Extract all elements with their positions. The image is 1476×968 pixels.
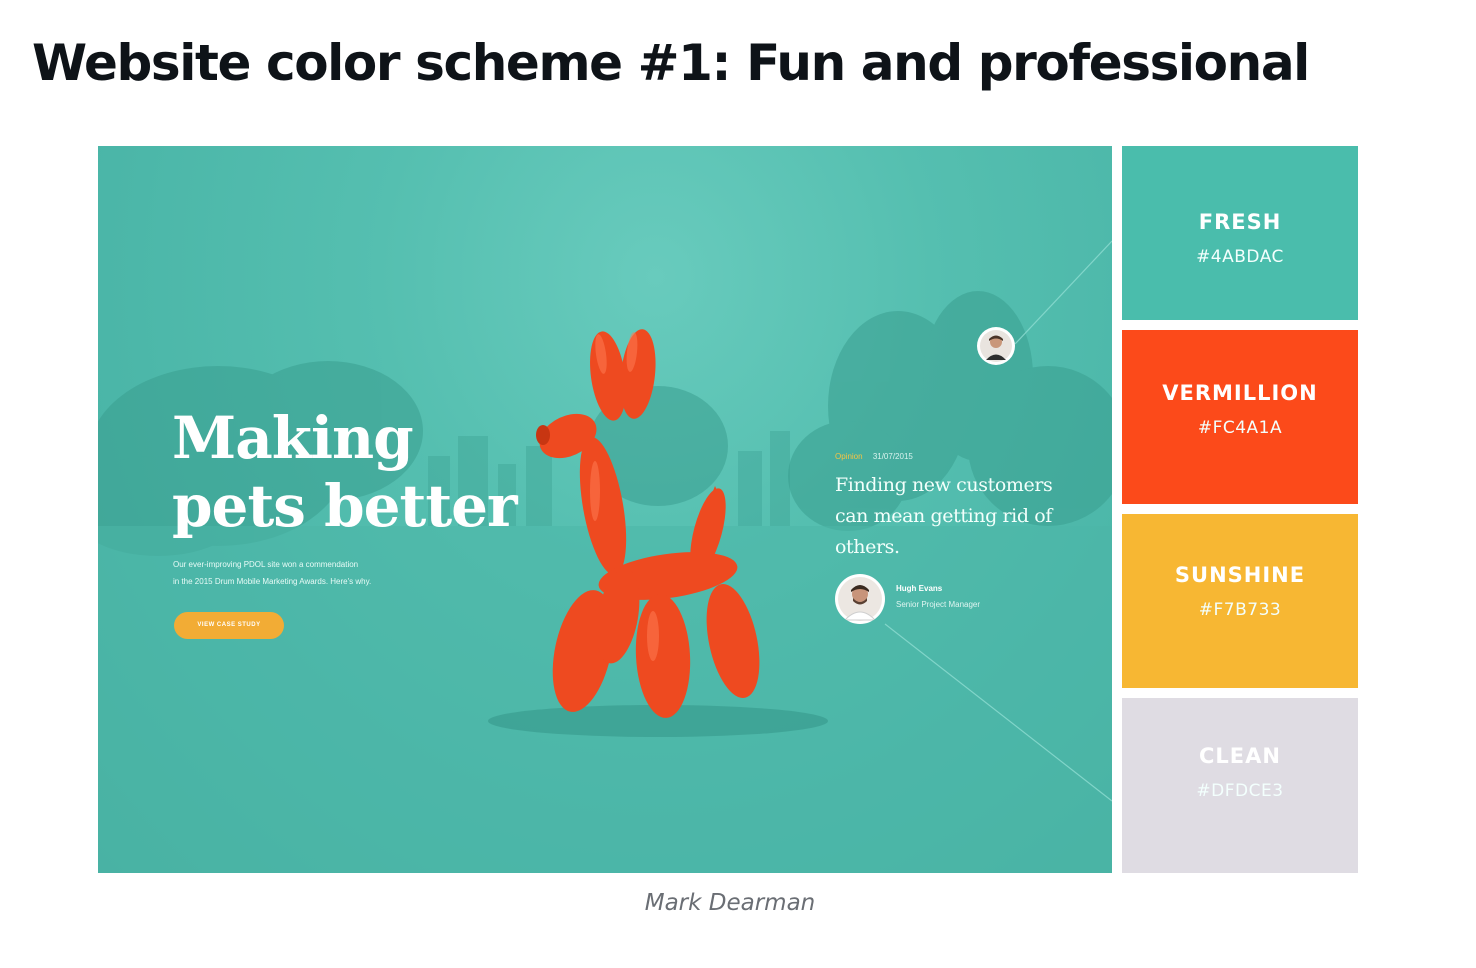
hero-mockup: Making pets better Our ever-improving PD… (98, 146, 1112, 873)
hero-title: Making pets better (172, 404, 518, 540)
quote-category[interactable]: Opinion (835, 452, 863, 461)
swatch-sunshine: SUNSHINE #F7B733 (1122, 514, 1358, 688)
swatch-hex: #FC4A1A (1197, 418, 1283, 438)
swatch-name: CLEAN (1199, 744, 1281, 768)
swatch-name: SUNSHINE (1174, 563, 1306, 587)
quote-text[interactable]: Finding new customers can mean getting r… (835, 470, 1055, 563)
author-avatar (835, 574, 885, 624)
article-heading: Website color scheme #1: Fun and profess… (32, 34, 1310, 92)
author-name: Hugh Evans (896, 584, 943, 593)
swatch-hex: #DFDCE3 (1196, 781, 1284, 801)
swatch-hex: #4ABDAC (1196, 247, 1284, 267)
swatch-name: VERMILLION (1162, 381, 1318, 405)
hero-subtitle: Our ever-improving PDOL site won a comme… (173, 556, 463, 590)
swatch-fresh: FRESH #4ABDAC (1122, 146, 1358, 320)
swatch-name: FRESH (1198, 210, 1282, 234)
color-scheme-figure: Making pets better Our ever-improving PD… (98, 146, 1358, 873)
hero-subtitle-line: in the 2015 Drum Mobile Marketing Awards… (173, 577, 372, 586)
balloon-dog-illustration (536, 329, 760, 718)
top-avatar (977, 327, 1015, 365)
person-avatar-icon (980, 330, 1012, 362)
quote-date: 31/07/2015 (872, 452, 913, 461)
quote-meta: Opinion 31/07/2015 (835, 452, 913, 461)
hero-subtitle-line: Our ever-improving PDOL site won a comme… (173, 560, 359, 569)
person-avatar-icon (838, 577, 882, 621)
swatch-vermillion: VERMILLION #FC4A1A (1122, 330, 1358, 504)
view-case-study-button[interactable]: VIEW CASE STUDY (174, 612, 284, 639)
author-role: Senior Project Manager (896, 600, 981, 609)
image-caption: Mark Dearman (644, 890, 816, 916)
swatch-clean: CLEAN #DFDCE3 (1122, 698, 1358, 873)
swatch-hex: #F7B733 (1198, 600, 1282, 620)
